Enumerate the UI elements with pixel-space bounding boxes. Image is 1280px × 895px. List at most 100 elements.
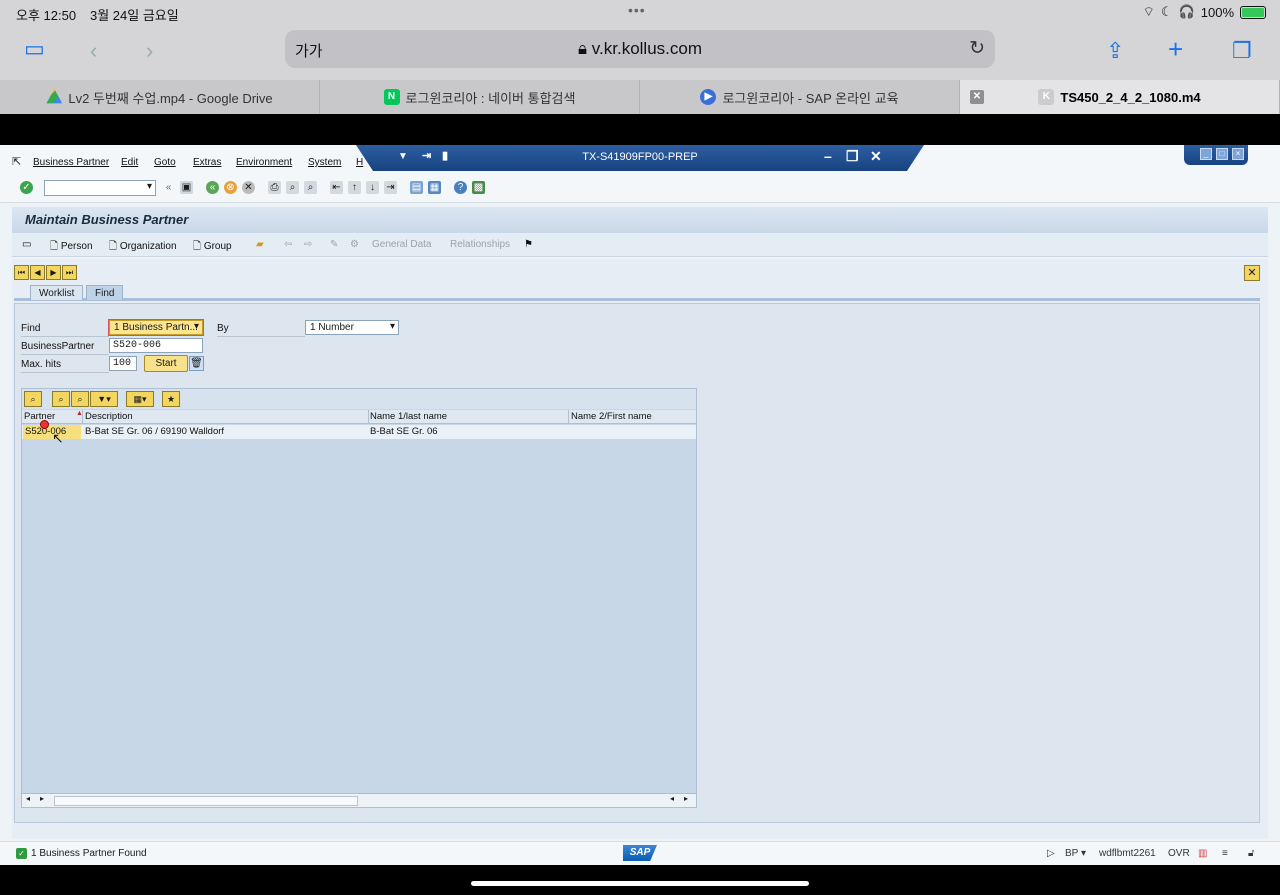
prev-page-icon[interactable]: ↑: [348, 181, 361, 194]
col-partner[interactable]: Partner: [24, 411, 55, 422]
next-icon[interactable]: ▶: [46, 265, 61, 280]
chevron-left-icon[interactable]: «: [162, 181, 175, 194]
enter-icon[interactable]: ✓: [20, 181, 33, 194]
tab-naver[interactable]: N 로그윈코리아 : 네이버 통합검색: [320, 80, 640, 114]
group-button[interactable]: 🗋 Group: [193, 239, 232, 256]
naver-icon: N: [383, 89, 400, 105]
home-indicator[interactable]: [471, 881, 809, 886]
close-window-icon[interactable]: ✕: [870, 148, 882, 165]
edit-icon[interactable]: ✎: [330, 239, 338, 250]
find-next-icon[interactable]: ⌕: [71, 391, 89, 407]
menu-business-partner[interactable]: Business Partner: [33, 157, 109, 168]
next-page-icon[interactable]: ↓: [366, 181, 379, 194]
find-icon[interactable]: ⌕: [52, 391, 70, 407]
organization-button[interactable]: 🗋 Organization: [109, 239, 177, 256]
new-tab-icon[interactable]: +: [1168, 34, 1183, 65]
back-icon[interactable]: «: [206, 181, 219, 194]
max-hits-input[interactable]: 100: [109, 356, 137, 371]
status-message: ✓ 1 Business Partner Found: [16, 848, 147, 859]
layout-icon[interactable]: ▦▾: [126, 391, 154, 407]
find-next-icon[interactable]: ⌕: [304, 181, 317, 194]
label-underline: [21, 354, 109, 355]
scroll-right-icon[interactable]: ▸: [40, 794, 44, 803]
close-pane-icon[interactable]: ✕: [1244, 265, 1260, 281]
bp-role-icon[interactable]: ⚑: [524, 239, 533, 250]
close-tab-icon[interactable]: ✕: [970, 90, 984, 104]
back-icon[interactable]: ‹: [90, 38, 97, 64]
menu-icon[interactable]: ⇱: [12, 155, 21, 168]
sap-maximize-icon[interactable]: □: [1216, 148, 1228, 160]
new-session-icon[interactable]: ▤: [410, 181, 423, 194]
last-icon[interactable]: ⏭: [62, 265, 77, 280]
toggle-locator-icon[interactable]: ▭: [22, 239, 31, 250]
open-folder-icon[interactable]: ▰: [256, 239, 264, 250]
menu-environment[interactable]: Environment: [236, 157, 292, 168]
help-icon[interactable]: ?: [454, 181, 467, 194]
col-description[interactable]: Description: [85, 411, 133, 422]
document-icon: 🗋: [193, 241, 204, 252]
general-data-button[interactable]: General Data: [372, 239, 431, 250]
multitasking-dots[interactable]: •••: [628, 2, 646, 18]
play-icon[interactable]: ▷: [1047, 848, 1055, 859]
business-partner-input[interactable]: S520-006: [109, 338, 203, 353]
find-icon[interactable]: ⌕: [286, 181, 299, 194]
menu-help[interactable]: H: [356, 157, 363, 168]
by-select[interactable]: 1 Number ▾: [305, 320, 399, 335]
favorites-icon[interactable]: ★: [162, 391, 180, 407]
menu-edit[interactable]: Edit: [121, 157, 138, 168]
customize-icon[interactable]: ▩: [472, 181, 485, 194]
save-icon[interactable]: ▣: [180, 181, 193, 194]
tabs-overview-icon[interactable]: ❐: [1232, 38, 1252, 64]
tab-find[interactable]: Find: [86, 285, 124, 300]
tab-google-drive[interactable]: Lv2 두번째 수업.mp4 - Google Drive: [0, 80, 320, 114]
sidebar-icon[interactable]: ▭: [24, 36, 45, 62]
share-icon[interactable]: ⇪: [1106, 38, 1124, 64]
scroll-left-icon[interactable]: ◂: [670, 794, 674, 803]
url-text: 🔒︎ v.kr.kollus.com: [285, 39, 995, 59]
minimize-icon[interactable]: –: [824, 148, 832, 164]
back-arrow-icon[interactable]: ⇦: [284, 239, 292, 250]
trash-icon[interactable]: 🗑: [189, 356, 204, 371]
cancel-icon[interactable]: ✕: [242, 181, 255, 194]
menu-goto[interactable]: Goto: [154, 157, 176, 168]
last-page-icon[interactable]: ⇥: [384, 181, 397, 194]
print-icon[interactable]: ⎙: [268, 181, 281, 194]
relationships-button[interactable]: Relationships: [450, 239, 510, 250]
filter-icon[interactable]: ▼▾: [90, 391, 118, 407]
details-icon[interactable]: ⌕: [24, 391, 42, 407]
menu-extras[interactable]: Extras: [193, 157, 221, 168]
settings-icon[interactable]: ≡: [1222, 848, 1228, 859]
display-change-icon[interactable]: ⚙: [350, 239, 359, 250]
col-name2[interactable]: Name 2/First name: [571, 411, 652, 422]
forward-icon[interactable]: ›: [146, 38, 153, 64]
horizontal-scrollbar[interactable]: ◂ ▸ ◂ ▸: [22, 793, 696, 807]
transaction-code[interactable]: BP ▾: [1065, 848, 1086, 859]
sap-close-icon[interactable]: ×: [1232, 148, 1244, 160]
start-button[interactable]: Start: [144, 355, 188, 372]
command-field[interactable]: [44, 180, 156, 196]
tab-label: TS450_2_4_2_1080.m4: [1060, 89, 1201, 105]
sap-minimize-icon[interactable]: _: [1200, 148, 1212, 160]
find-select[interactable]: 1 Business Partn... ▾: [109, 320, 203, 335]
restore-icon[interactable]: ❐: [846, 148, 859, 165]
first-icon[interactable]: ⏮: [14, 265, 29, 280]
google-drive-icon: [46, 89, 63, 104]
shortcut-icon[interactable]: ▦: [428, 181, 441, 194]
table-row[interactable]: S520-006 B-Bat SE Gr. 06 / 69190 Walldor…: [22, 425, 696, 439]
tab-video[interactable]: ✕ K TS450_2_4_2_1080.m4: [960, 80, 1280, 114]
scroll-thumb[interactable]: [54, 796, 358, 806]
exit-icon[interactable]: ⊗: [224, 181, 237, 194]
menu-system[interactable]: System: [308, 157, 341, 168]
insert-mode[interactable]: OVR: [1168, 848, 1190, 859]
address-bar[interactable]: 가가 🔒︎ v.kr.kollus.com ↻: [285, 30, 995, 68]
forward-arrow-icon[interactable]: ⇨: [304, 239, 312, 250]
tab-login-korea[interactable]: ▶ 로그윈코리아 - SAP 온라인 교육: [640, 80, 960, 114]
scroll-right-icon[interactable]: ▸: [684, 794, 688, 803]
first-page-icon[interactable]: ⇤: [330, 181, 343, 194]
col-name1[interactable]: Name 1/last name: [370, 411, 447, 422]
tab-worklist[interactable]: Worklist: [30, 285, 84, 300]
reload-icon[interactable]: ↻: [969, 37, 985, 60]
person-button[interactable]: 🗋 Person: [50, 239, 93, 256]
scroll-left-icon[interactable]: ◂: [26, 794, 30, 803]
prev-icon[interactable]: ◀: [30, 265, 45, 280]
